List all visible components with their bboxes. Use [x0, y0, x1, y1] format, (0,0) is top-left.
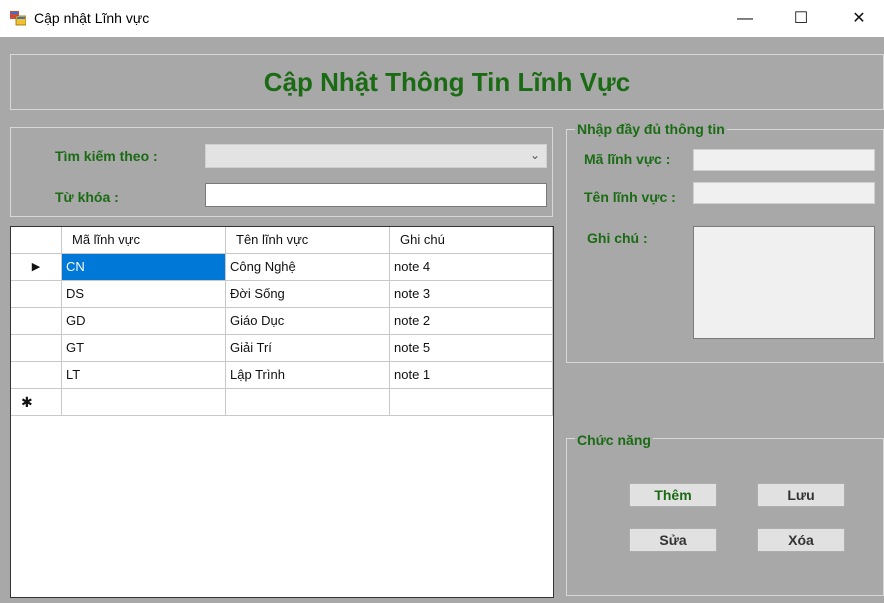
- table-cell-code[interactable]: GT: [62, 335, 226, 362]
- note-label: Ghi chú :: [587, 230, 648, 246]
- column-header-name[interactable]: Tên lĩnh vực: [226, 227, 390, 254]
- name-label: Tên lĩnh vực :: [584, 189, 676, 205]
- table-cell-code[interactable]: LT: [62, 362, 226, 389]
- column-header-code[interactable]: Mã lĩnh vực: [62, 227, 226, 254]
- actions-group-title: Chức năng: [575, 432, 653, 448]
- new-row-icon[interactable]: ✱: [11, 389, 62, 416]
- search-by-label: Tìm kiếm theo :: [55, 148, 158, 164]
- detail-group-title: Nhập đầy đủ thông tin: [575, 121, 727, 137]
- actions-group: [566, 438, 884, 596]
- new-row-cell-code[interactable]: [62, 389, 226, 416]
- column-header-note[interactable]: Ghi chú: [390, 227, 553, 254]
- table-cell-name[interactable]: Giải Trí: [226, 335, 390, 362]
- keyword-label: Từ khóa :: [55, 189, 119, 205]
- close-button[interactable]: ✕: [836, 0, 882, 37]
- page-title: Cập Nhật Thông Tin Lĩnh Vực: [263, 67, 631, 97]
- edit-button[interactable]: Sửa: [629, 528, 717, 552]
- row-header[interactable]: [11, 308, 62, 335]
- table-cell-note[interactable]: note 3: [390, 281, 553, 308]
- save-button[interactable]: Lưu: [757, 483, 845, 507]
- row-header[interactable]: [11, 281, 62, 308]
- table-cell-name[interactable]: Công Nghệ: [226, 254, 390, 281]
- table-cell-note[interactable]: note 5: [390, 335, 553, 362]
- keyword-input[interactable]: [205, 183, 547, 207]
- app-icon: [10, 11, 26, 26]
- search-by-combo[interactable]: ⌄: [205, 144, 547, 168]
- table-cell-code[interactable]: CN: [62, 254, 226, 281]
- minimize-button[interactable]: —: [722, 0, 768, 37]
- table-cell-name[interactable]: Lập Trình: [226, 362, 390, 389]
- code-field[interactable]: [693, 149, 875, 171]
- title-bar: Cập nhật Lĩnh vực — ☐ ✕: [0, 0, 884, 37]
- delete-button[interactable]: Xóa: [757, 528, 845, 552]
- header-panel: Cập Nhật Thông Tin Lĩnh Vực: [10, 54, 884, 110]
- grid-corner-header: [11, 227, 62, 254]
- window-title: Cập nhật Lĩnh vực: [34, 10, 150, 26]
- code-label: Mã lĩnh vực :: [584, 151, 671, 167]
- row-header[interactable]: [11, 362, 62, 389]
- table-cell-code[interactable]: GD: [62, 308, 226, 335]
- table-cell-name[interactable]: Giáo Dục: [226, 308, 390, 335]
- new-row-cell-name[interactable]: [226, 389, 390, 416]
- table-cell-name[interactable]: Đời Sống: [226, 281, 390, 308]
- table-cell-note[interactable]: note 4: [390, 254, 553, 281]
- note-textarea[interactable]: [693, 226, 875, 339]
- table-cell-note[interactable]: note 2: [390, 308, 553, 335]
- table-cell-code[interactable]: DS: [62, 281, 226, 308]
- table-cell-note[interactable]: note 1: [390, 362, 553, 389]
- row-header[interactable]: [11, 335, 62, 362]
- chevron-down-icon[interactable]: ⌄: [530, 148, 540, 162]
- row-indicator-icon[interactable]: ▶: [11, 254, 62, 281]
- add-button[interactable]: Thêm: [629, 483, 717, 507]
- name-field[interactable]: [693, 182, 875, 204]
- maximize-button[interactable]: ☐: [778, 0, 824, 37]
- new-row-cell-note[interactable]: [390, 389, 553, 416]
- data-grid[interactable]: Mã lĩnh vực Tên lĩnh vực Ghi chú ▶ CN Cô…: [10, 226, 554, 598]
